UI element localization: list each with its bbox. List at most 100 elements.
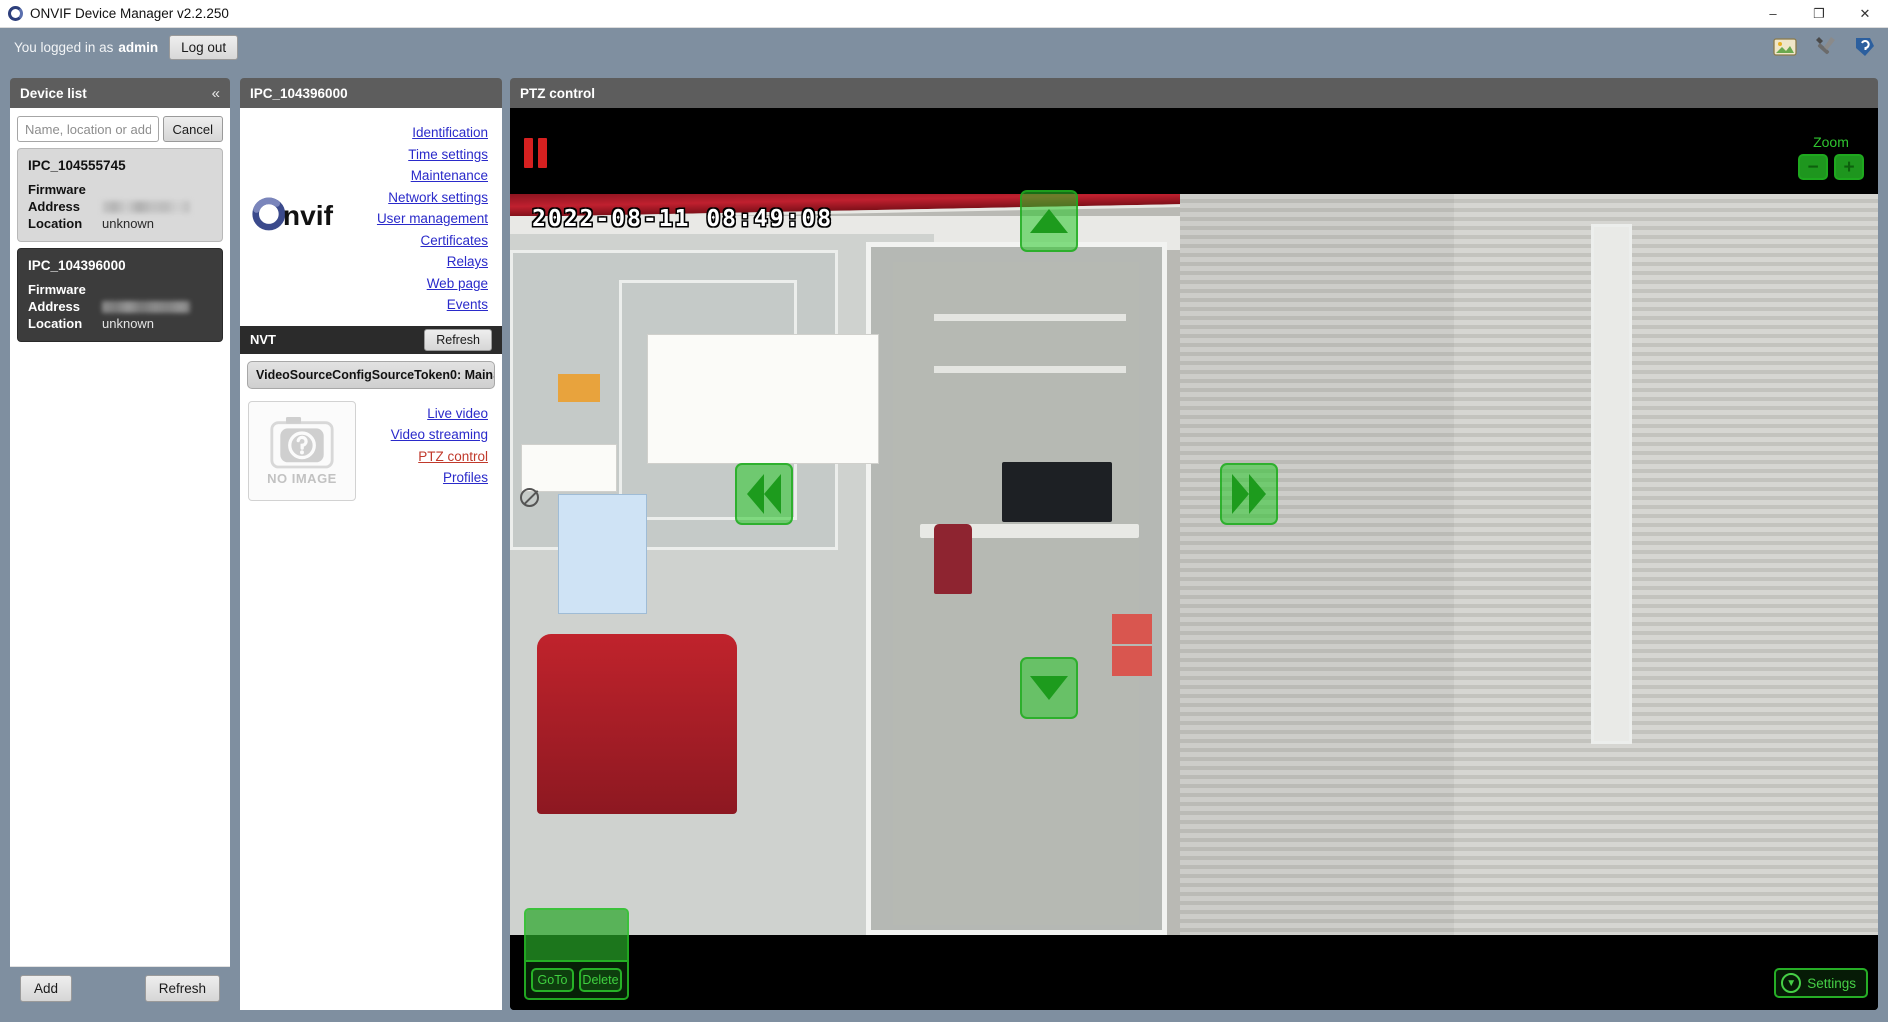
ptz-settings-button[interactable]: ▼ Settings [1774,968,1868,998]
camera-question-icon [270,417,334,469]
username-label: admin [118,39,159,55]
preset-goto-button[interactable]: GoTo [531,968,574,992]
device-search-row: Cancel [10,108,230,148]
zoom-out-button[interactable]: − [1798,154,1828,180]
preset-delete-button[interactable]: Delete [579,968,622,992]
nvt-links: Live video Video streaming PTZ control P… [356,401,494,501]
arrow-left-double-icon [747,474,781,514]
ptz-up-button[interactable] [1020,190,1078,252]
device-firmware-row: Firmware [28,182,212,197]
window-title: ONVIF Device Manager v2.2.250 [30,6,229,21]
ptz-preset[interactable]: GoTo Delete [524,908,629,1000]
device-name: IPC_104396000 [28,258,126,273]
tools-icon[interactable] [1812,34,1838,60]
ptz-settings-label: Settings [1807,975,1856,991]
link-video-streaming[interactable]: Video streaming [390,424,489,446]
address-value-redacted [102,200,190,213]
title-bar: ONVIF Device Manager v2.2.250 – ❐ ✕ [0,0,1888,28]
video-timestamp: 2022-08-11 08:49:08 [532,206,834,232]
link-live-video[interactable]: Live video [426,403,489,425]
ptz-header: PTZ control [510,78,1878,108]
pause-button[interactable] [524,138,547,168]
link-network-settings[interactable]: Network settings [387,187,489,209]
close-button[interactable]: ✕ [1842,0,1888,28]
link-maintenance[interactable]: Maintenance [410,165,489,187]
logged-in-label: You logged in as [14,39,114,55]
firmware-label: Firmware [28,182,86,197]
pause-icon [524,138,533,168]
account-bar: You logged in as admin Log out [0,28,1888,66]
device-location-row: Location unknown [28,216,212,231]
device-cards: IPC_104555745 Firmware Address Location … [10,148,230,342]
nvt-title: NVT [250,332,276,348]
toolbar-icons [1772,34,1888,60]
device-card-1[interactable]: IPC_104396000 Firmware Address Location … [17,248,223,342]
help-icon[interactable] [1852,34,1878,60]
device-list-panel: Device list « Cancel IPC_104555745 Firmw… [10,78,230,1010]
link-events[interactable]: Events [446,294,489,316]
device-address-row: Address [28,199,212,214]
arrow-right-double-icon [1232,474,1266,514]
address-label: Address [28,299,81,314]
refresh-devices-button[interactable]: Refresh [144,975,220,1002]
zoom-in-button[interactable]: + [1834,154,1864,180]
video-viewport[interactable]: 2022-08-11 08:49:08 Zoom − + GoTo Delete… [510,108,1878,1010]
ptz-right-button[interactable] [1220,463,1278,525]
chevron-down-circle-icon: ▼ [1781,973,1802,993]
nvt-refresh-button[interactable]: Refresh [424,328,492,351]
device-detail-panel: IPC_104396000 nvif Identification Time s… [240,78,502,1010]
collapse-panel-icon[interactable]: « [212,86,220,101]
add-device-button[interactable]: Add [20,975,73,1002]
logout-button[interactable]: Log out [169,34,239,60]
location-value: unknown [102,216,155,231]
device-address-row: Address [28,299,212,314]
device-list-footer: Add Refresh [10,966,230,1010]
link-relays[interactable]: Relays [446,251,489,273]
image-icon[interactable] [1772,34,1798,60]
search-input[interactable] [17,116,159,142]
profile-token[interactable]: VideoSourceConfigSourceToken0: MainStrea… [247,360,495,389]
link-ptz-control[interactable]: PTZ control [417,446,489,468]
device-detail-body: nvif Identification Time settings Mainte… [240,108,502,1010]
ptz-down-button[interactable] [1020,657,1078,719]
svg-text:nvif: nvif [283,200,334,231]
no-signal-icon [520,488,539,507]
link-identification[interactable]: Identification [411,122,489,144]
onvif-ring-icon [8,6,23,21]
zoom-controls: Zoom − + [1798,134,1864,180]
device-list-title: Device list [20,85,87,101]
device-firmware-row: Firmware [28,282,212,297]
location-label: Location [28,216,83,231]
link-time-settings[interactable]: Time settings [407,144,489,166]
arrow-up-icon [1030,209,1068,233]
video-scene [510,108,1878,1010]
address-value-redacted [102,300,190,313]
link-profiles[interactable]: Profiles [442,467,489,489]
arrow-down-icon [1030,676,1068,700]
window-controls: – ❐ ✕ [1750,0,1888,28]
device-list-header: Device list « [10,78,230,108]
nvt-header: NVT Refresh [240,325,502,354]
onvif-logo: nvif [248,122,376,316]
ptz-control-panel: PTZ control 2022-08-11 08:49:08 Zoom − +… [510,78,1878,1010]
ptz-left-button[interactable] [735,463,793,525]
link-certificates[interactable]: Certificates [419,230,489,252]
device-list-body: Cancel IPC_104555745 Firmware Address Lo… [10,108,230,966]
link-web-page[interactable]: Web page [426,273,489,295]
address-label: Address [28,199,81,214]
detail-top-section: nvif Identification Time settings Mainte… [240,108,502,326]
device-card-0[interactable]: IPC_104555745 Firmware Address Location … [17,148,223,242]
link-user-management[interactable]: User management [376,208,489,230]
maximize-button[interactable]: ❐ [1796,0,1842,28]
device-location-row: Location unknown [28,316,212,331]
device-name: IPC_104555745 [28,158,126,173]
cancel-button[interactable]: Cancel [162,116,223,142]
device-detail-title: IPC_104396000 [250,85,348,101]
nvt-body: NO IMAGE Live video Video streaming PTZ … [240,389,502,501]
preset-thumbnail [526,910,627,962]
minimize-button[interactable]: – [1750,0,1796,28]
location-value: unknown [102,316,155,331]
no-image-placeholder: NO IMAGE [248,400,356,501]
location-label: Location [28,316,83,331]
firmware-label: Firmware [28,282,86,297]
